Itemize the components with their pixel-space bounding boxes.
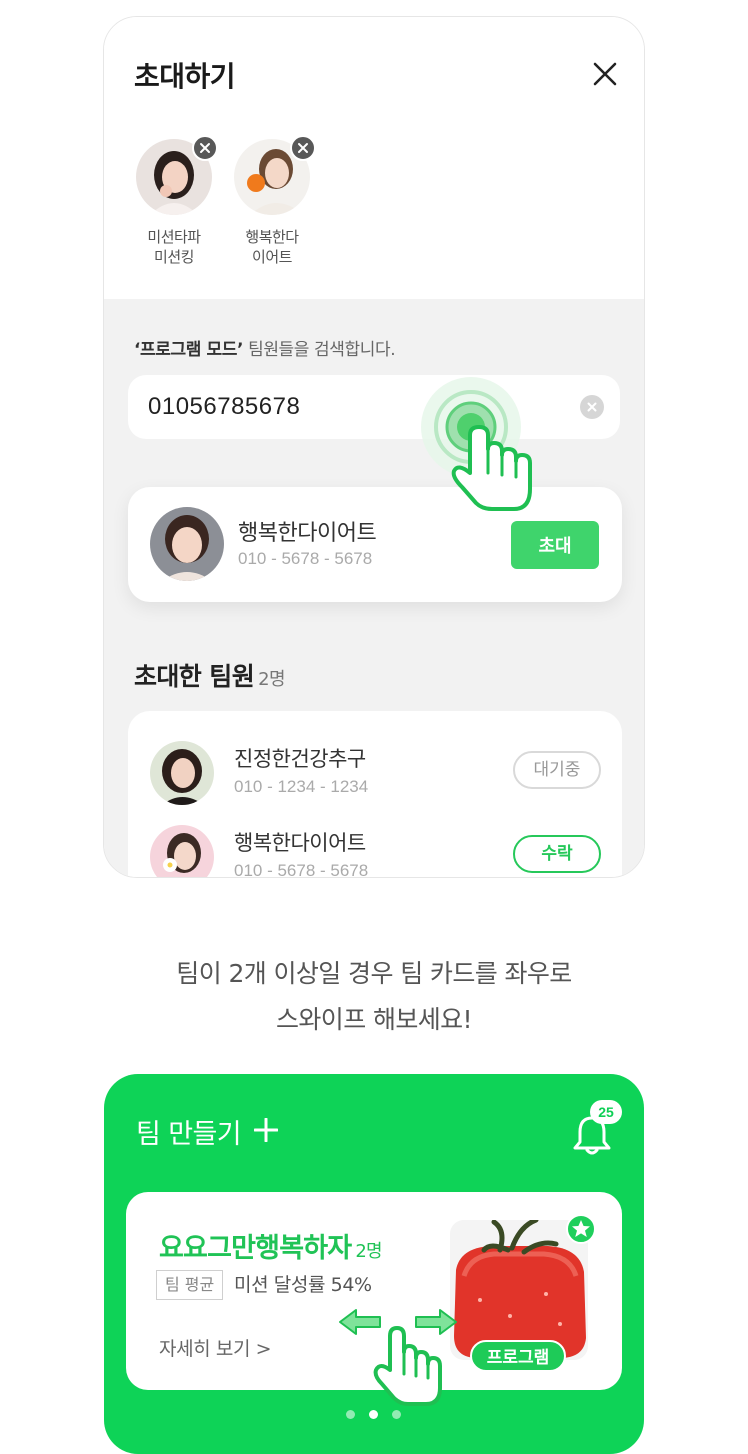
status-badge-waiting: 대기중 (513, 751, 601, 789)
name-line: 이어트 (252, 248, 292, 266)
team-name-text: 요요그만행복하자 (159, 1233, 352, 1264)
favorite-star-icon[interactable] (566, 1214, 596, 1244)
result-name: 행복한다이어트 (238, 521, 377, 546)
section-title-text: 초대한 팀원 (134, 662, 255, 691)
team-average-tag: 팀 평균 (156, 1270, 224, 1300)
member-name: 진정한건강추구 (234, 747, 366, 771)
team-name: 요요그만행복하자 2명 (159, 1226, 383, 1265)
program-badge: 프로그램 (470, 1340, 566, 1372)
selected-user-name: 미션타파 미션킹 (134, 227, 214, 267)
member-phone: 010 - 1234 - 1234 (234, 777, 369, 796)
modal-body: ‘프로그램 모드’ 팀원들을 검색합니다. 행복한다이어트 010 - 5678… (104, 299, 644, 878)
swipe-gesture-icon (336, 1300, 460, 1412)
selected-user: 행복한다 이어트 (232, 135, 316, 267)
create-team-button[interactable]: 팀 만들기 (136, 1112, 242, 1151)
name-line: 행복한다 (245, 228, 299, 246)
invited-members-title: 초대한 팀원 2명 (134, 657, 286, 693)
swipe-caption-line1: 팀이 2개 이상일 경우 팀 카드를 좌우로 (176, 959, 572, 988)
view-details-link[interactable]: 자세히 보기 > (159, 1334, 272, 1361)
team-member-count: 2명 (355, 1241, 382, 1262)
swipe-caption-line2: 스와이프 해보세요! (276, 1005, 473, 1034)
invite-modal: 초대하기 미션타파 미션킹 행복한다 이어트 ‘프로그램 모드’ 팀원들을 검색… (103, 16, 645, 878)
search-hint: ‘프로그램 모드’ 팀원들을 검색합니다. (134, 335, 396, 360)
result-phone: 010 - 5678 - 5678 (238, 549, 373, 568)
notification-badge: 25 (590, 1100, 622, 1124)
invite-button[interactable]: 초대 (511, 521, 599, 569)
clear-icon[interactable] (580, 395, 604, 419)
hint-mode: ‘프로그램 모드’ (134, 340, 244, 360)
avatar (150, 741, 214, 805)
tap-gesture-icon (418, 377, 548, 517)
plus-icon[interactable] (253, 1117, 279, 1143)
member-phone: 010 - 5678 - 5678 (234, 861, 369, 878)
selected-user: 미션타파 미션킹 (134, 135, 218, 267)
modal-title: 초대하기 (134, 60, 236, 93)
status-badge-accepted[interactable]: 수락 (513, 835, 601, 873)
selected-user-name: 행복한다 이어트 (232, 227, 312, 267)
list-item: 진정한건강추구 010 - 1234 - 1234 대기중 (128, 741, 622, 821)
avatar (150, 825, 214, 877)
close-icon[interactable] (590, 59, 620, 89)
member-count: 2명 (258, 669, 285, 690)
list-item: 행복한다이어트 010 - 5678 - 5678 수락 (128, 825, 622, 878)
member-name: 행복한다이어트 (234, 831, 366, 855)
hint-text: 팀원들을 검색합니다. (243, 340, 396, 360)
modal-header: 초대하기 미션타파 미션킹 행복한다 이어트 (104, 17, 644, 299)
name-line: 미션킹 (154, 248, 194, 266)
invited-members-list: 진정한건강추구 010 - 1234 - 1234 대기중 행복한다이어트 01… (128, 711, 622, 878)
avatar (150, 507, 224, 581)
remove-user-icon[interactable] (290, 135, 316, 161)
mission-achievement-rate: 미션 달성률 54% (234, 1274, 372, 1296)
name-line: 미션타파 (147, 228, 201, 246)
remove-user-icon[interactable] (192, 135, 218, 161)
